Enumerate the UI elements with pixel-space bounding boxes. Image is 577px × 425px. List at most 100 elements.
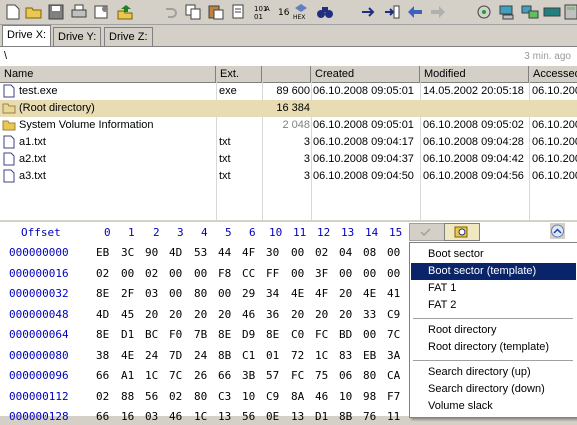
hex-byte[interactable]: 02 — [145, 265, 158, 282]
hex-byte[interactable]: 88 — [121, 388, 134, 405]
hex-byte[interactable]: 8E — [96, 285, 109, 302]
hex-byte[interactable]: 26 — [194, 367, 207, 384]
hex-byte[interactable]: 8E — [218, 326, 231, 343]
hex-byte[interactable]: 20 — [145, 306, 158, 323]
hex-byte[interactable]: 1C — [315, 347, 328, 364]
hex-byte[interactable]: FC — [315, 326, 328, 343]
hex-byte[interactable]: 00 — [363, 265, 376, 282]
hex-byte[interactable]: 20 — [339, 306, 352, 323]
hex-byte[interactable]: 20 — [339, 285, 352, 302]
properties-icon[interactable] — [93, 3, 111, 21]
hex-byte[interactable]: 36 — [266, 306, 279, 323]
hex-byte[interactable]: 8B — [339, 408, 352, 425]
hex-byte[interactable]: 7C — [387, 326, 400, 343]
hex-byte[interactable]: C9 — [266, 388, 279, 405]
column-accessed[interactable]: Accessed — [529, 66, 577, 82]
scroll-up-button[interactable] — [550, 223, 565, 239]
hex-byte[interactable]: 72 — [291, 347, 304, 364]
column-ext[interactable]: Ext. — [216, 66, 262, 82]
hex-byte[interactable]: 80 — [194, 388, 207, 405]
hex-byte[interactable]: 02 — [315, 244, 328, 261]
hex-byte[interactable]: 00 — [121, 265, 134, 282]
menu-item-root-directory[interactable]: Root directory — [411, 322, 576, 339]
hex-byte[interactable]: 33 — [363, 306, 376, 323]
new-file-icon[interactable] — [4, 3, 22, 21]
undo-icon[interactable] — [161, 3, 179, 21]
hex-byte[interactable]: 3B — [242, 367, 255, 384]
network-icon[interactable] — [521, 3, 539, 21]
ram-icon[interactable] — [543, 3, 561, 21]
hex-byte[interactable]: C1 — [242, 347, 255, 364]
hex-byte[interactable]: 00 — [387, 265, 400, 282]
file-row-selected[interactable]: (Root directory) 16 384 — [0, 100, 577, 117]
hex-byte[interactable]: 56 — [242, 408, 255, 425]
hex-byte[interactable]: FF — [266, 265, 279, 282]
menu-item-boot-sector-template[interactable]: Boot sector (template) — [411, 263, 576, 280]
hex-byte[interactable]: 4E — [363, 285, 376, 302]
hex-byte[interactable]: 75 — [315, 367, 328, 384]
hex-byte[interactable]: 20 — [169, 306, 182, 323]
forward-icon[interactable] — [429, 3, 447, 21]
hex-byte[interactable]: 00 — [291, 244, 304, 261]
disk-icon[interactable] — [498, 3, 516, 21]
column-modified[interactable]: Modified — [420, 66, 529, 82]
column-created[interactable]: Created — [311, 66, 420, 82]
menu-item-root-directory-template[interactable]: Root directory (template) — [411, 339, 576, 356]
template-dropdown-toggle[interactable] — [409, 223, 445, 241]
tab-drive-z[interactable]: Drive Z: — [104, 27, 153, 46]
file-row[interactable]: a2.txt txt 3 06.10.2008 09:04:37 06.10.2… — [0, 151, 577, 168]
hex-byte[interactable]: 4D — [169, 244, 182, 261]
hex-byte[interactable]: 80 — [194, 285, 207, 302]
menu-item-volume-slack[interactable]: Volume slack — [411, 398, 576, 415]
hex-byte[interactable]: 00 — [169, 265, 182, 282]
hex-byte[interactable]: 46 — [242, 306, 255, 323]
hex-byte[interactable]: 76 — [363, 408, 376, 425]
hex-byte[interactable]: 8E — [96, 326, 109, 343]
hex-byte[interactable]: 00 — [218, 285, 231, 302]
hex-byte[interactable]: 2F — [121, 285, 134, 302]
hex-byte[interactable]: 24 — [194, 347, 207, 364]
tab-drive-x[interactable]: Drive X: — [2, 25, 52, 46]
menu-item-fat-2[interactable]: FAT 2 — [411, 297, 576, 314]
hex-byte[interactable]: 98 — [363, 388, 376, 405]
file-row[interactable]: a3.txt txt 3 06.10.2008 09:04:50 06.10.2… — [0, 168, 577, 185]
hex-byte[interactable]: 80 — [363, 367, 376, 384]
hex-byte[interactable]: 20 — [218, 306, 231, 323]
menu-item-boot-sector[interactable]: Boot sector — [411, 246, 576, 263]
hex-byte[interactable]: 7C — [169, 367, 182, 384]
hex-byte[interactable]: 1C — [194, 408, 207, 425]
hex-byte[interactable]: 3F — [315, 265, 328, 282]
hex-byte[interactable]: 0E — [266, 408, 279, 425]
hex-byte[interactable]: 46 — [169, 408, 182, 425]
hex-byte[interactable]: FC — [291, 367, 304, 384]
hex-byte[interactable]: 90 — [145, 244, 158, 261]
template-search-button[interactable] — [444, 223, 480, 241]
hex-byte[interactable]: 53 — [194, 244, 207, 261]
open-folder-icon[interactable] — [25, 3, 43, 21]
hex-byte[interactable]: 56 — [145, 388, 158, 405]
hex-byte[interactable]: 38 — [96, 347, 109, 364]
hex-byte[interactable]: 3A — [387, 347, 400, 364]
menu-item-fat-1[interactable]: FAT 1 — [411, 280, 576, 297]
hex-byte[interactable]: 4F — [242, 244, 255, 261]
hex-byte[interactable]: 01 — [266, 347, 279, 364]
hex-byte[interactable]: 00 — [169, 285, 182, 302]
back-icon[interactable] — [406, 3, 424, 21]
hex-byte[interactable]: 30 — [266, 244, 279, 261]
menu-item-search-directory-up[interactable]: Search directory (up) — [411, 364, 576, 381]
hex-byte[interactable]: 08 — [363, 244, 376, 261]
hex-byte[interactable]: 8A — [291, 388, 304, 405]
copy-icon[interactable] — [184, 3, 202, 21]
column-size[interactable] — [262, 66, 311, 82]
goto-icon[interactable] — [360, 3, 378, 21]
hex-byte[interactable]: 00 — [194, 265, 207, 282]
print-icon[interactable] — [70, 3, 88, 21]
find-icon[interactable] — [316, 3, 334, 21]
hex-byte[interactable]: 03 — [145, 285, 158, 302]
hex-byte[interactable]: 11 — [387, 408, 400, 425]
hex-byte[interactable]: 20 — [291, 306, 304, 323]
hex-byte[interactable]: 20 — [194, 306, 207, 323]
file-row[interactable]: test.exe exe 89 600 06.10.2008 09:05:01 … — [0, 83, 577, 100]
hex-byte[interactable]: 8B — [218, 347, 231, 364]
hex-byte[interactable]: 4E — [121, 347, 134, 364]
